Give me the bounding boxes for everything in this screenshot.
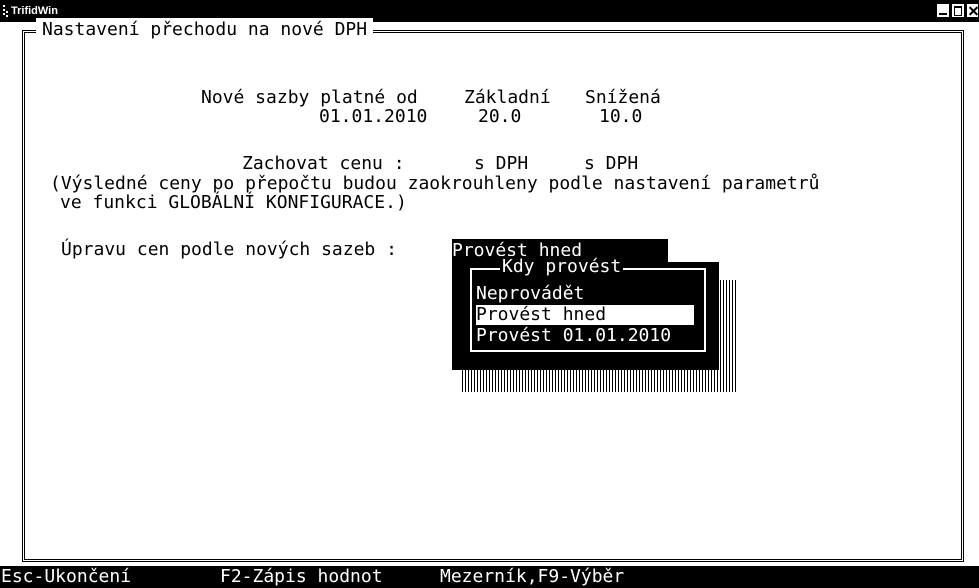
reduced-rate-field[interactable]: 10.0 (599, 107, 642, 127)
option-apply-now[interactable]: Provést hned (476, 305, 694, 325)
option-do-not-apply[interactable]: Neprovádět (476, 284, 694, 304)
close-icon[interactable] (966, 3, 979, 18)
basic-rate-field[interactable]: 20.0 (478, 107, 521, 127)
rounding-note-line1: (Výsledné ceny po přepočtu budou zaokrou… (50, 173, 820, 194)
app-icon[interactable] (3, 5, 9, 17)
keep-price-label: Zachovat cenu : (242, 153, 405, 174)
status-bar: Esc-Ukončení F2-Zápis hodnot Mezerník,F9… (0, 566, 979, 588)
panel-title: Nastavení přechodu na nové DPH (36, 18, 374, 42)
keep-price-reduced-field[interactable]: s DPH (584, 154, 638, 174)
status-esc-exit[interactable]: Esc-Ukončení (1, 567, 131, 587)
effective-date-field[interactable]: 01.01.2010 (319, 107, 427, 127)
popup-title: Kdy provést (500, 256, 624, 278)
status-f2-save[interactable]: F2-Zápis hodnot (220, 567, 383, 587)
option-apply-on-date[interactable]: Provést 01.01.2010 (476, 326, 694, 346)
maximize-icon[interactable] (951, 3, 965, 18)
app-window: TrifidWin Nastavení přechodu na nové DPH… (0, 0, 979, 588)
basic-rate-header: Základní (464, 87, 551, 108)
rounding-note-line2: ve funkci GLOBÁLNÍ KONFIGURACE.) (60, 192, 407, 213)
rates-label: Nové sazby platné od (201, 87, 418, 108)
minimize-icon[interactable] (936, 3, 950, 18)
reduced-rate-header: Snížená (585, 87, 661, 108)
price-update-label: Úpravu cen podle nových sazeb : (61, 239, 397, 260)
keep-price-basic-field[interactable]: s DPH (474, 154, 528, 174)
status-space-f9-select[interactable]: Mezerník,F9-Výběr (440, 567, 624, 587)
